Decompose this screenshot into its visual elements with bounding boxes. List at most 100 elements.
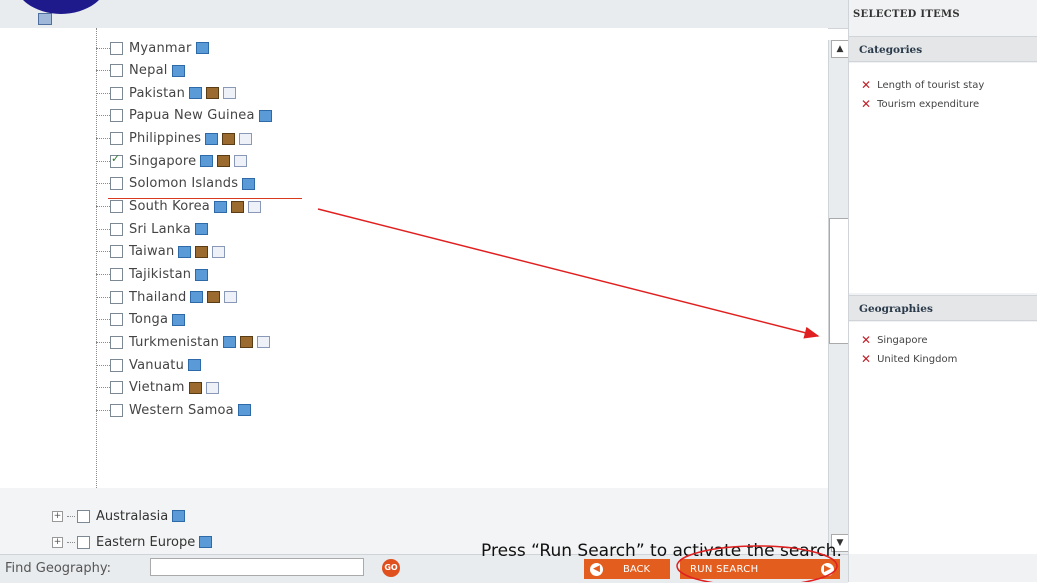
data-table-icon[interactable] — [172, 313, 186, 326]
find-geography-label: Find Geography: — [5, 561, 111, 576]
country-checkbox[interactable] — [110, 132, 123, 146]
tree-item-country[interactable]: Western Samoa — [96, 399, 251, 421]
region-checkbox[interactable] — [77, 509, 90, 523]
data-table-icon[interactable] — [205, 132, 219, 145]
tree-item-country[interactable]: Turkmenistan — [96, 331, 271, 353]
tree-item-region[interactable]: + Australasia — [52, 505, 186, 527]
country-checkbox[interactable] — [110, 152, 123, 168]
remove-icon[interactable]: ✕ — [861, 352, 871, 366]
data-table-icon[interactable] — [172, 510, 186, 522]
data-table-icon[interactable] — [171, 64, 185, 77]
country-checkbox[interactable] — [110, 358, 123, 372]
tree-connector — [96, 296, 110, 298]
selected-geography-item[interactable]: ✕ United Kingdom — [861, 352, 957, 366]
data-table-icon[interactable] — [242, 177, 256, 190]
tree-item-country[interactable]: Thailand — [96, 286, 238, 308]
document-icon[interactable] — [257, 336, 271, 349]
tree-item-country[interactable]: Vietnam — [96, 377, 219, 399]
book-icon[interactable] — [217, 155, 231, 168]
country-checkbox[interactable] — [110, 313, 123, 327]
tree-item-country[interactable]: Singapore — [96, 150, 248, 172]
data-table-icon[interactable] — [194, 223, 208, 236]
tree-item-country[interactable]: Solomon Islands — [96, 173, 256, 195]
country-checkbox[interactable] — [110, 41, 123, 55]
document-icon[interactable] — [247, 200, 261, 213]
data-table-icon[interactable] — [195, 42, 209, 54]
find-geography-input[interactable] — [150, 558, 364, 576]
tree-item-country[interactable]: Taiwan — [96, 241, 226, 263]
country-label: Taiwan — [129, 244, 175, 260]
document-icon[interactable] — [239, 132, 253, 145]
data-table-icon[interactable] — [200, 155, 214, 168]
back-button-label: BACK — [623, 563, 651, 575]
expand-icon[interactable]: + — [52, 536, 63, 548]
country-checkbox[interactable] — [110, 290, 123, 304]
country-checkbox[interactable] — [110, 64, 123, 78]
data-table-icon[interactable] — [213, 200, 227, 213]
tree-item-country[interactable]: Sri Lanka — [96, 218, 208, 240]
book-icon[interactable] — [222, 132, 236, 145]
tree-item-country[interactable]: Pakistan — [96, 82, 237, 104]
expand-icon[interactable]: + — [52, 510, 63, 522]
country-checkbox[interactable] — [110, 335, 123, 349]
book-icon[interactable] — [230, 200, 244, 213]
tree-connector — [96, 341, 110, 343]
region-checkbox[interactable] — [77, 535, 90, 549]
scroll-thumb[interactable] — [829, 218, 850, 344]
remove-icon[interactable]: ✕ — [861, 97, 871, 111]
data-table-icon[interactable] — [199, 536, 213, 548]
document-icon[interactable] — [212, 245, 226, 258]
country-checkbox[interactable] — [110, 222, 123, 236]
book-icon[interactable] — [206, 87, 220, 100]
document-icon[interactable] — [205, 381, 219, 394]
tree-item-country[interactable]: Myanmar — [96, 37, 209, 59]
document-icon[interactable] — [223, 87, 237, 100]
country-label: Myanmar — [129, 40, 192, 56]
country-checkbox[interactable] — [110, 381, 123, 395]
tree-connector — [96, 138, 110, 140]
tree-item-country[interactable]: Vanuatu — [96, 354, 202, 376]
remove-icon[interactable]: ✕ — [861, 333, 871, 347]
country-checkbox[interactable] — [110, 109, 123, 123]
run-search-button[interactable]: RUN SEARCH ▶ — [680, 559, 840, 579]
data-table-icon[interactable] — [237, 404, 251, 417]
selected-geography-item[interactable]: ✕ Singapore — [861, 333, 928, 347]
highlight-underline — [108, 198, 302, 199]
remove-icon[interactable]: ✕ — [861, 78, 871, 92]
tree-item-country[interactable]: Philippines — [96, 128, 253, 150]
selected-category-item[interactable]: ✕ Length of tourist stay — [861, 78, 984, 92]
book-icon[interactable] — [240, 336, 254, 349]
tree-item-country[interactable]: Tajikistan — [96, 264, 209, 286]
country-checkbox[interactable] — [110, 245, 123, 259]
tree-item-country[interactable]: Papua New Guinea — [96, 105, 272, 127]
panel-icon[interactable] — [38, 13, 52, 25]
document-icon[interactable] — [224, 291, 238, 304]
document-icon[interactable] — [234, 155, 248, 168]
back-button[interactable]: ◀ BACK — [584, 559, 670, 579]
data-table-icon[interactable] — [178, 245, 192, 258]
book-icon[interactable] — [195, 245, 209, 258]
back-arrow-icon: ◀ — [590, 562, 603, 576]
scroll-up-arrow-icon[interactable]: ▲ — [831, 40, 849, 58]
data-table-icon[interactable] — [188, 359, 202, 372]
data-table-icon[interactable] — [189, 87, 203, 100]
country-checkbox[interactable] — [110, 177, 123, 191]
tree-connector — [96, 115, 110, 117]
country-checkbox[interactable] — [110, 86, 123, 100]
tree-scrollbar[interactable]: ▲ ▼ — [828, 40, 850, 554]
tree-item-country[interactable]: Tonga — [96, 309, 186, 331]
tree-item-country[interactable]: Nepal — [96, 60, 185, 82]
country-label: Sri Lanka — [129, 221, 191, 237]
country-checkbox[interactable] — [110, 268, 123, 281]
book-icon[interactable] — [207, 291, 221, 304]
selected-category-item[interactable]: ✕ Tourism expenditure — [861, 97, 979, 111]
tree-item-region[interactable]: + Eastern Europe — [52, 531, 213, 553]
data-table-icon[interactable] — [195, 268, 209, 281]
go-button[interactable]: GO — [382, 559, 400, 577]
data-table-icon[interactable] — [258, 109, 272, 122]
book-icon[interactable] — [188, 381, 202, 394]
data-table-icon[interactable] — [223, 336, 237, 349]
country-checkbox[interactable] — [110, 200, 123, 214]
country-checkbox[interactable] — [110, 403, 123, 417]
data-table-icon[interactable] — [190, 291, 204, 304]
